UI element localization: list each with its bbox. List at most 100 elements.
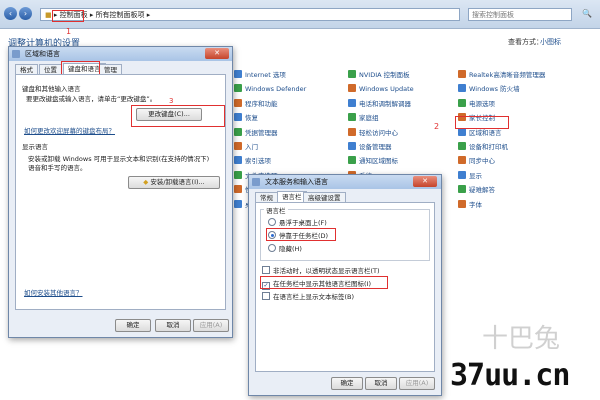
- cp-item[interactable]: 索引选项: [234, 156, 271, 166]
- cp-item[interactable]: 恢复: [234, 113, 258, 123]
- cp-item[interactable]: Realtek高清晰音频管理器: [458, 70, 545, 80]
- cp-item[interactable]: 字体: [458, 199, 482, 210]
- cp-item-label: 电话和调制解调器: [359, 99, 411, 108]
- cp-item[interactable]: 疑难解答: [458, 185, 495, 195]
- cp-item-label: 设备和打印机: [469, 143, 508, 151]
- cp-item[interactable]: 区域和语言: [458, 127, 502, 138]
- region-cancel-button[interactable]: 取消: [155, 319, 191, 332]
- install-other-languages-link[interactable]: 如何安装其他语言？: [24, 287, 83, 297]
- search-icon[interactable]: 🔍: [582, 9, 594, 20]
- cp-item[interactable]: 入门: [234, 142, 258, 152]
- cp-item-icon: [458, 70, 466, 78]
- search-input[interactable]: 搜索控制面板: [468, 8, 572, 21]
- step-2-marker: 2: [434, 122, 440, 131]
- checkbox[interactable]: [262, 266, 270, 274]
- checkbox-text-labels[interactable]: 在语言栏上显示文本标签(B): [262, 291, 354, 301]
- cp-item-label: 家庭组: [359, 114, 379, 123]
- cp-item-label: 电源选项: [469, 99, 495, 108]
- language-bar-group-label: 语言栏: [264, 205, 288, 215]
- cp-item-icon: [234, 113, 242, 122]
- welcome-keyboard-link[interactable]: 如何更改欢迎屏幕的键盘布局？: [24, 125, 115, 135]
- cp-item-label: 凭据管理器: [245, 128, 278, 137]
- display-language-group-label: 显示语言: [22, 143, 48, 151]
- region-language-dialog: 区域和语言 ✕ 格式 位置 键盘和语言 管理 键盘和其他输入语言 要更改键盘或输…: [8, 46, 233, 338]
- highlight-region-language: [455, 116, 509, 129]
- cp-item[interactable]: 凭据管理器: [234, 127, 278, 138]
- close-icon[interactable]: ✕: [413, 176, 437, 187]
- radio-button[interactable]: [268, 244, 276, 252]
- cp-item-label: Windows Defender: [245, 85, 307, 94]
- radio-hidden[interactable]: 隐藏(H): [268, 243, 302, 253]
- cp-item-icon: [458, 185, 466, 194]
- checkbox-transparent[interactable]: 非活动时，以透明状态显示语言栏(T): [262, 265, 380, 275]
- address-bar[interactable]: ■ ▸ 控制面板 ▸ 所有控制面板项 ▸: [40, 8, 460, 21]
- view-by-label: 查看方式：: [508, 38, 543, 46]
- cp-item[interactable]: 电源选项: [458, 98, 495, 109]
- cp-item-icon: [234, 199, 242, 208]
- cp-item-icon: [348, 98, 356, 107]
- radio-float-desktop[interactable]: 悬浮于桌面上(F): [268, 217, 327, 227]
- breadcrumb-all-items[interactable]: 所有控制面板项: [96, 11, 145, 19]
- cp-item-icon: [458, 84, 466, 93]
- text-services-dialog: 文本服务和输入语言 ✕ 常规 语言栏 高级键设置 语言栏 悬浮于桌面上(F) 停…: [248, 174, 442, 396]
- cp-item-label: 入门: [245, 143, 258, 151]
- cp-item-icon: [234, 127, 242, 136]
- cp-item[interactable]: 同步中心: [458, 156, 495, 166]
- cp-item[interactable]: 设备和打印机: [458, 142, 508, 152]
- cp-item-label: 字体: [469, 200, 482, 209]
- view-by-dropdown[interactable]: 小图标: [540, 37, 561, 47]
- highlight-breadcrumb: [52, 10, 84, 22]
- cp-item-label: 程序和功能: [245, 99, 278, 108]
- folder-icon: ■: [45, 11, 52, 19]
- cp-item[interactable]: NVIDIA 控制面板: [348, 70, 410, 80]
- cp-item[interactable]: 通知区域图标: [348, 156, 398, 166]
- cp-item[interactable]: 轻松访问中心: [348, 127, 398, 138]
- region-dialog-title: 区域和语言: [25, 50, 60, 58]
- cp-item-icon: [458, 142, 466, 150]
- cp-item-icon: [348, 84, 356, 93]
- region-dialog-titlebar: 区域和语言: [9, 47, 232, 61]
- radio-float-label: 悬浮于桌面上(F): [279, 219, 327, 227]
- cp-item-icon: [348, 142, 356, 150]
- text-services-cancel-button[interactable]: 取消: [365, 377, 397, 390]
- region-apply-button[interactable]: 应用(A): [193, 319, 229, 332]
- cp-item-label: Windows Update: [359, 85, 414, 94]
- cp-item[interactable]: Windows Update: [348, 84, 414, 94]
- keyboard-group-label: 键盘和其他输入语言: [22, 85, 81, 93]
- cp-item[interactable]: Internet 选项: [234, 70, 286, 80]
- step-3-marker: 3: [169, 97, 174, 105]
- cp-item-icon: [234, 142, 242, 150]
- back-icon[interactable]: ‹: [4, 7, 17, 20]
- install-languages-label: 安装/卸载语言(I)...: [150, 178, 205, 186]
- install-languages-button[interactable]: ◆ 安装/卸载语言(I)...: [128, 176, 220, 189]
- radio-button[interactable]: [268, 218, 276, 226]
- cp-item-label: 疑难解答: [469, 186, 495, 195]
- cp-item-icon: [458, 199, 466, 208]
- checkbox-transparent-label: 非活动时，以透明状态显示语言栏(T): [273, 267, 380, 275]
- forward-icon[interactable]: ›: [19, 7, 32, 20]
- cp-item[interactable]: 程序和功能: [234, 98, 278, 109]
- cp-item-label: NVIDIA 控制面板: [359, 71, 410, 79]
- globe-icon: [12, 50, 20, 58]
- keyboard-description: 要更改键盘或输入语言，请单击“更改键盘”。: [26, 95, 157, 103]
- cp-item[interactable]: 电话和调制解调器: [348, 98, 411, 109]
- cp-item-label: Windows 防火墙: [469, 85, 520, 94]
- cp-item[interactable]: Windows 防火墙: [458, 84, 520, 94]
- cp-item[interactable]: 显示: [458, 170, 482, 181]
- cp-item-label: Internet 选项: [245, 71, 286, 79]
- cp-item-label: 设备管理器: [359, 143, 392, 151]
- keyboard-icon: [252, 178, 260, 186]
- checkbox[interactable]: [262, 292, 270, 300]
- cp-item-label: 通知区域图标: [359, 157, 398, 166]
- cp-item[interactable]: 设备管理器: [348, 142, 392, 152]
- cp-item[interactable]: Windows Defender: [234, 84, 306, 94]
- close-icon[interactable]: ✕: [205, 48, 229, 59]
- cp-item-icon: [348, 156, 356, 165]
- region-ok-button[interactable]: 确定: [115, 319, 151, 332]
- text-services-ok-button[interactable]: 确定: [331, 377, 363, 390]
- checkbox-text-labels-label: 在语言栏上显示文本标签(B): [273, 293, 355, 301]
- cp-item-icon: [234, 156, 242, 165]
- cp-item-icon: [458, 156, 466, 165]
- cp-item[interactable]: 家庭组: [348, 113, 379, 123]
- text-services-apply-button[interactable]: 应用(A): [399, 377, 435, 390]
